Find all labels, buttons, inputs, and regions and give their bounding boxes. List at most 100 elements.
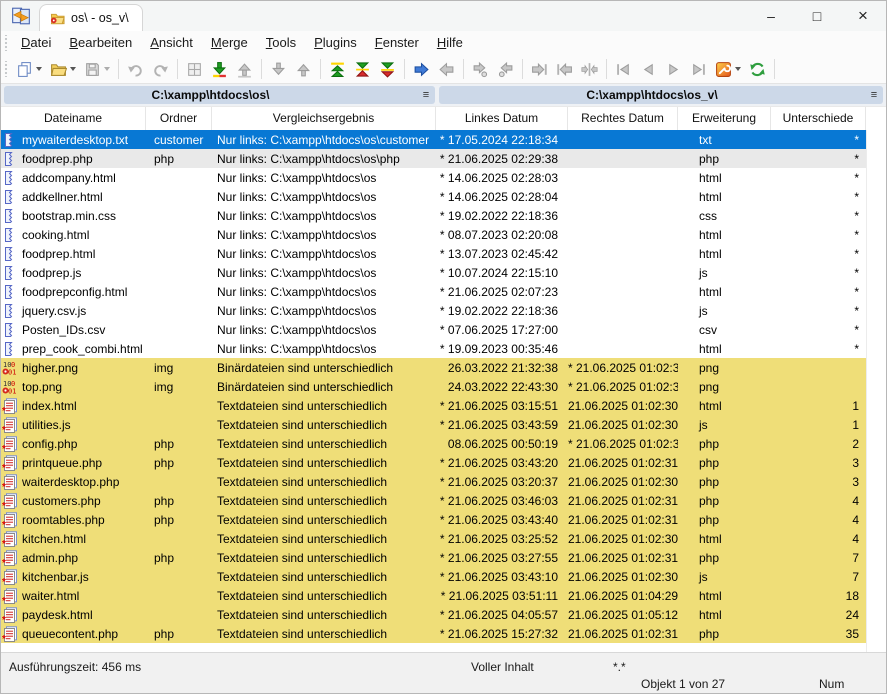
table-row[interactable]: Posten_IDs.csvNur links: C:\xampp\htdocs… <box>1 320 866 339</box>
dropdown-caret-icon[interactable] <box>104 67 110 71</box>
last-difference-button[interactable] <box>376 58 399 81</box>
file-name-cell: jquery.csv.js <box>1 303 146 319</box>
auto-merge-button[interactable] <box>578 58 601 81</box>
toolbar-grip[interactable] <box>4 61 8 77</box>
table-row[interactable]: *kitchen.htmlTextdateien sind unterschie… <box>1 529 866 548</box>
table-row[interactable]: *waiter.htmlTextdateien sind unterschied… <box>1 586 866 605</box>
previous-file-button[interactable] <box>637 58 660 81</box>
column-header-erweiterung[interactable]: Erweiterung <box>678 107 771 130</box>
table-row[interactable]: *printqueue.phpphpTextdateien sind unter… <box>1 453 866 472</box>
dropdown-caret-icon[interactable] <box>36 67 42 71</box>
column-header-vergleichsergebnis[interactable]: Vergleichsergebnis <box>212 107 436 130</box>
minimize-button[interactable]: – <box>748 1 794 31</box>
column-header-ordner[interactable]: Ordner <box>146 107 212 130</box>
table-row[interactable]: *index.htmlTextdateien sind unterschiedl… <box>1 396 866 415</box>
title-bar: os\ - os_v\ – □ × <box>1 1 886 31</box>
table-row[interactable]: foodprep.jsNur links: C:\xampp\htdocs\os… <box>1 263 866 282</box>
table-row[interactable]: *utilities.jsTextdateien sind unterschie… <box>1 415 866 434</box>
undo-button[interactable] <box>124 58 147 81</box>
next-conflict-button[interactable] <box>267 58 290 81</box>
column-header-dateiname[interactable]: Dateiname <box>1 107 146 130</box>
table-row[interactable]: foodprep.htmlNur links: C:\xampp\htdocs\… <box>1 244 866 263</box>
table-row[interactable]: foodprepconfig.html Nur links: C:\xampp\h… <box>1 282 866 301</box>
table-row[interactable]: *config.phpphpTextdateien sind unterschi… <box>1 434 866 453</box>
document-tab[interactable]: os\ - os_v\ <box>39 4 143 31</box>
dropdown-caret-icon[interactable] <box>735 67 741 71</box>
menu-ansicht[interactable]: Ansicht <box>141 32 202 54</box>
copy-all-right-button[interactable] <box>528 58 551 81</box>
table-row[interactable]: *admin.phpphpTextdateien sind unterschie… <box>1 548 866 567</box>
close-button[interactable]: × <box>840 1 886 31</box>
last-file-button[interactable] <box>687 58 710 81</box>
table-row[interactable]: *waiterdesktop.phpTextdateien sind unter… <box>1 472 866 491</box>
change-pane-button[interactable] <box>183 58 206 81</box>
extension-cell: html <box>678 171 771 185</box>
table-row[interactable]: *paydesk.htmlTextdateien sind unterschie… <box>1 605 866 624</box>
comparison-result-cell: Nur links: C:\xampp\htdocs\os <box>212 285 436 299</box>
current-difference-button[interactable] <box>351 58 374 81</box>
open-button[interactable] <box>47 58 79 81</box>
refresh-button[interactable] <box>746 58 769 81</box>
table-row[interactable]: bootstrap.min.cssNur links: C:\xampp\htd… <box>1 206 866 225</box>
table-row[interactable]: addcompany.htmlNur links: C:\xampp\htdoc… <box>1 168 866 187</box>
menu-plugins[interactable]: Plugins <box>305 32 366 54</box>
table-row[interactable]: jquery.csv.jsNur links: C:\xampp\htdocs\… <box>1 301 866 320</box>
file-name: config.php <box>22 437 77 451</box>
left-pane-header[interactable]: C:\xampp\htdocs\os\ ≡ <box>4 86 435 104</box>
menu-fenster[interactable]: Fenster <box>366 32 428 54</box>
comparison-result-cell: Nur links: C:\xampp\htdocs\os <box>212 228 436 242</box>
table-row[interactable]: 10001top.pngimgBinärdateien sind untersc… <box>1 377 866 396</box>
copy-right-button[interactable] <box>410 58 433 81</box>
menu-merge[interactable]: Merge <box>202 32 257 54</box>
menu-bearbeiten[interactable]: Bearbeiten <box>60 32 141 54</box>
table-row[interactable]: foodprep.phpphpNur links: C:\xampp\htdoc… <box>1 149 866 168</box>
maximize-button[interactable]: □ <box>794 1 840 31</box>
table-row[interactable]: *queuecontent.phpphpTextdateien sind unt… <box>1 624 866 643</box>
comparison-result-cell: Textdateien sind unterschiedlich <box>212 456 436 470</box>
table-row[interactable]: cooking.htmlNur links: C:\xampp\htdocs\o… <box>1 225 866 244</box>
copy-left-button[interactable] <box>435 58 458 81</box>
table-row[interactable]: *customers.phpphpTextdateien sind unters… <box>1 491 866 510</box>
left-only-file-icon <box>2 227 18 243</box>
menu-hilfe[interactable]: Hilfe <box>428 32 472 54</box>
differences-cell: 7 <box>771 551 866 565</box>
menu-datei[interactable]: Datei <box>12 32 60 54</box>
previous-difference-button[interactable] <box>233 58 256 81</box>
toolbar-grip[interactable] <box>4 35 8 51</box>
copy-left-advance-button[interactable] <box>494 58 517 81</box>
table-row[interactable]: 10001higher.pngimgBinärdateien sind unte… <box>1 358 866 377</box>
next-file-button[interactable] <box>662 58 685 81</box>
column-header-rechtes-datum[interactable]: Rechtes Datum <box>568 107 678 130</box>
copy-right-advance-button[interactable] <box>469 58 492 81</box>
options-button[interactable] <box>712 58 744 81</box>
folder-cell: php <box>146 456 212 470</box>
extension-cell: html <box>678 608 771 622</box>
file-name: higher.png <box>22 361 78 375</box>
column-header-unterschiede[interactable]: Unterschiede^ <box>771 107 866 130</box>
undo-icon <box>127 61 144 78</box>
table-row[interactable]: *kitchenbar.jsTextdateien sind unterschi… <box>1 567 866 586</box>
right-pane-header[interactable]: C:\xampp\htdocs\os_v\ ≡ <box>439 86 883 104</box>
menu-tools[interactable]: Tools <box>257 32 305 54</box>
first-difference-button[interactable] <box>326 58 349 81</box>
table-row[interactable]: prep_cook_combi.htmlNur links: C:\xampp\… <box>1 339 866 358</box>
column-header-linkes-datum[interactable]: Linkes Datum <box>436 107 568 130</box>
table-row[interactable]: mywaiterdesktop.txtcustomerNur links: C:… <box>1 130 866 149</box>
first-file-button[interactable] <box>612 58 635 81</box>
auto-merge-icon <box>581 61 598 78</box>
table-row[interactable]: addkellner.htmlNur links: C:\xampp\htdoc… <box>1 187 866 206</box>
copy-all-left-button[interactable] <box>553 58 576 81</box>
left-only-file-icon <box>2 341 18 357</box>
file-name-cell: foodprepconfig.html <box>1 284 146 300</box>
next-difference-button[interactable] <box>208 58 231 81</box>
new-document-button[interactable] <box>13 58 45 81</box>
winmerge-logo-icon <box>11 6 31 26</box>
save-button[interactable] <box>81 58 113 81</box>
previous-conflict-button[interactable] <box>292 58 315 81</box>
right-date-cell: * 21.06.2025 01:02:38 <box>568 361 678 375</box>
table-row[interactable]: *roomtables.phpphpTextdateien sind unter… <box>1 510 866 529</box>
dropdown-caret-icon[interactable] <box>70 67 76 71</box>
left-pane-menu-icon[interactable]: ≡ <box>417 89 435 101</box>
redo-button[interactable] <box>149 58 172 81</box>
right-pane-menu-icon[interactable]: ≡ <box>865 89 883 101</box>
